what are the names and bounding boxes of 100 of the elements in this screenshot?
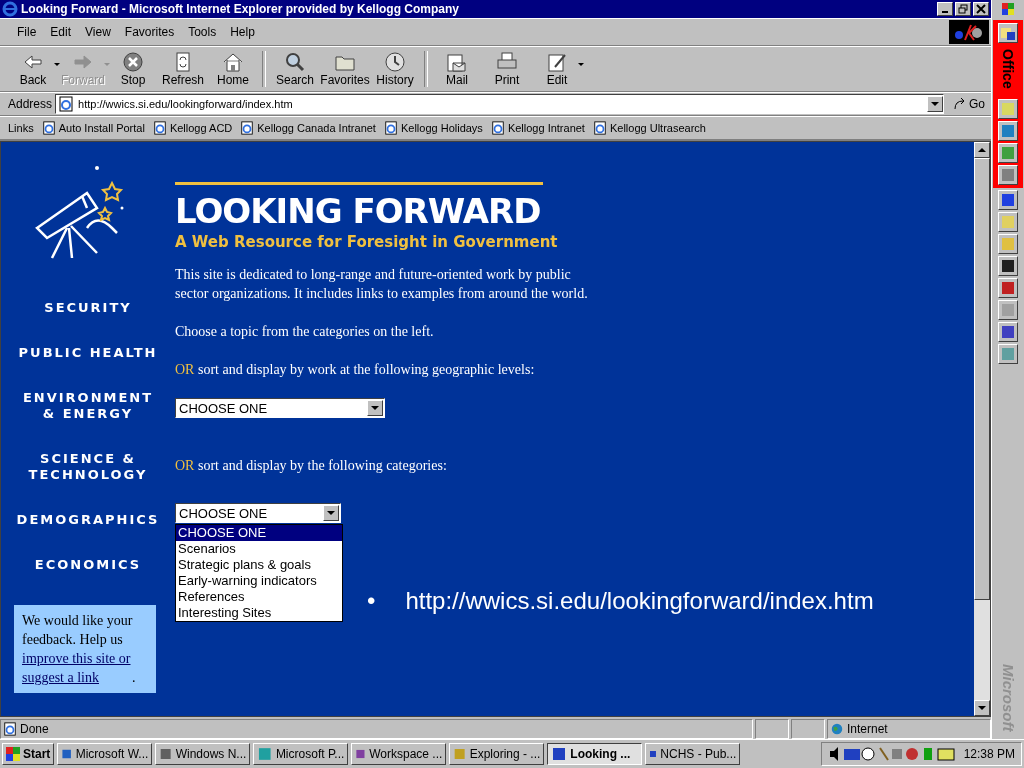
taskbar-button[interactable]: Workspace ... bbox=[351, 743, 447, 765]
link-button[interactable]: Auto Install Portal bbox=[39, 121, 151, 135]
dropdown-option[interactable]: Interesting Sites bbox=[176, 605, 342, 621]
toolbar-button[interactable]: Mail bbox=[432, 49, 482, 89]
scroll-thumb[interactable] bbox=[974, 158, 990, 600]
feedback-link[interactable]: improve this site or suggest a link bbox=[22, 649, 132, 687]
dropdown-option[interactable]: Scenarios bbox=[176, 541, 342, 557]
toolbar-button[interactable]: Home bbox=[208, 49, 258, 89]
toolbar-button[interactable]: Print bbox=[482, 49, 532, 89]
toolbar-button[interactable]: Refresh bbox=[158, 49, 208, 89]
restore-button[interactable] bbox=[955, 2, 971, 16]
app-icon bbox=[1000, 191, 1016, 208]
office-label: Office bbox=[1000, 48, 1016, 91]
app-icon bbox=[1000, 235, 1016, 252]
taskbar-button[interactable]: NCHS - Pub... bbox=[645, 743, 741, 765]
dropdown-option[interactable]: Early-warning indicators bbox=[176, 573, 342, 589]
app-button[interactable] bbox=[998, 277, 1018, 298]
app-button[interactable] bbox=[998, 164, 1018, 185]
app-icon bbox=[159, 746, 173, 762]
page-icon bbox=[592, 121, 607, 135]
page-icon bbox=[490, 121, 505, 135]
category-link[interactable]: SECURITY bbox=[13, 300, 163, 316]
app-button[interactable] bbox=[998, 98, 1018, 119]
caret-icon bbox=[54, 63, 60, 67]
url-text: http://wwics.si.edu/lookingforward/index.htm bbox=[405, 587, 874, 615]
category-link[interactable]: DEMOGRAPHICS bbox=[13, 512, 163, 528]
address-field[interactable]: http://wwics.si.edu/lookingforward/index.htm bbox=[55, 94, 944, 114]
app-button[interactable] bbox=[998, 120, 1018, 141]
app-button[interactable] bbox=[998, 343, 1018, 364]
zone-indicator: Internet bbox=[827, 719, 991, 739]
category-select[interactable]: CHOOSE ONE bbox=[175, 503, 341, 523]
status-panel bbox=[755, 719, 789, 739]
go-button[interactable]: Go bbox=[947, 97, 991, 111]
app-icon bbox=[257, 746, 273, 762]
link-button[interactable]: Kellogg Holidays bbox=[381, 121, 489, 135]
caret-icon bbox=[104, 63, 110, 67]
app-button[interactable] bbox=[998, 299, 1018, 320]
category-link[interactable]: ECONOMICS bbox=[13, 557, 163, 573]
app-button[interactable] bbox=[998, 211, 1018, 232]
menu-item[interactable]: Favorites bbox=[117, 25, 182, 39]
menu-item[interactable]: Edit bbox=[43, 25, 79, 39]
link-button[interactable]: Kellogg Ultrasearch bbox=[590, 121, 712, 135]
scrollbar[interactable] bbox=[974, 142, 990, 716]
menu-item[interactable]: Help bbox=[223, 25, 262, 39]
link-button[interactable]: Kellogg ACD bbox=[150, 121, 239, 135]
app-button[interactable] bbox=[998, 189, 1018, 210]
arrow-icon bbox=[953, 97, 967, 111]
app-button[interactable] bbox=[998, 233, 1018, 254]
toolbar-button[interactable]: Stop bbox=[108, 49, 158, 89]
site-subtitle: A Web Resource for Foresight in Government bbox=[175, 233, 559, 251]
scroll-up-icon bbox=[978, 148, 986, 152]
menu-item[interactable]: File bbox=[10, 25, 44, 39]
taskbar-button[interactable]: Windows N... bbox=[155, 743, 251, 765]
app-button[interactable] bbox=[998, 142, 1018, 163]
instruction-text: OR sort and display by work at the following geographic levels: bbox=[175, 361, 536, 379]
category-link[interactable]: SCIENCE & TECHNOLOGY bbox=[13, 451, 163, 483]
dropdown-option[interactable]: Strategic plans & goals bbox=[176, 557, 342, 573]
toolbar-button[interactable]: Edit bbox=[532, 49, 582, 89]
office-button[interactable] bbox=[998, 23, 1018, 43]
link-button[interactable]: Kellogg Canada Intranet bbox=[238, 121, 382, 135]
app-icon bbox=[453, 746, 467, 762]
office-icon bbox=[1002, 3, 1014, 15]
caret-icon bbox=[578, 63, 584, 67]
toolbar-button[interactable]: Favorites bbox=[320, 49, 370, 89]
app-button[interactable] bbox=[998, 255, 1018, 276]
taskbar-button[interactable]: Microsoft P... bbox=[253, 743, 349, 765]
caret-icon bbox=[931, 102, 939, 106]
minimize-button[interactable] bbox=[937, 2, 953, 16]
app-icon bbox=[1000, 213, 1016, 230]
dropdown-option[interactable]: CHOOSE ONE bbox=[176, 525, 342, 541]
windows-logo-icon bbox=[6, 747, 20, 761]
app-icon bbox=[1000, 122, 1016, 139]
page-icon bbox=[3, 722, 17, 736]
page-icon bbox=[383, 121, 398, 135]
instruction-text: OR sort and display by the following categories: bbox=[175, 457, 448, 475]
toolbar-button[interactable]: Back bbox=[8, 49, 58, 89]
start-button[interactable]: Start bbox=[2, 743, 55, 765]
link-button[interactable]: Kellogg Intranet bbox=[488, 121, 591, 135]
toolbar-button[interactable]: Search bbox=[270, 49, 320, 89]
geography-select[interactable]: CHOOSE ONE bbox=[175, 398, 385, 418]
taskbar-button[interactable]: Microsoft W... bbox=[57, 743, 153, 765]
close-button[interactable] bbox=[973, 2, 989, 16]
category-link[interactable]: ENVIRONMENT & ENERGY bbox=[13, 390, 163, 422]
category-link[interactable]: PUBLIC HEALTH bbox=[13, 345, 163, 361]
taskbar-button[interactable]: Exploring - ... bbox=[449, 743, 545, 765]
dropdown-option[interactable]: References bbox=[176, 589, 342, 605]
caret-icon bbox=[371, 406, 379, 410]
menu-item[interactable]: View bbox=[78, 25, 118, 39]
minimize-icon bbox=[942, 11, 948, 13]
taskbar-button[interactable]: Looking ... bbox=[547, 743, 643, 765]
dropdown-button[interactable] bbox=[927, 96, 943, 112]
app-button[interactable] bbox=[998, 321, 1018, 342]
globe-icon bbox=[830, 722, 844, 736]
close-icon bbox=[976, 4, 986, 14]
app-icon bbox=[1000, 100, 1016, 117]
site-title: LOOKING FORWARD bbox=[175, 191, 542, 231]
toolbar-button[interactable]: History bbox=[370, 49, 420, 89]
window-title: Looking Forward - Microsoft Internet Explorer provided by Kellogg Company bbox=[21, 2, 461, 16]
menu-item[interactable]: Tools bbox=[181, 25, 224, 39]
clock-icon bbox=[383, 51, 407, 73]
